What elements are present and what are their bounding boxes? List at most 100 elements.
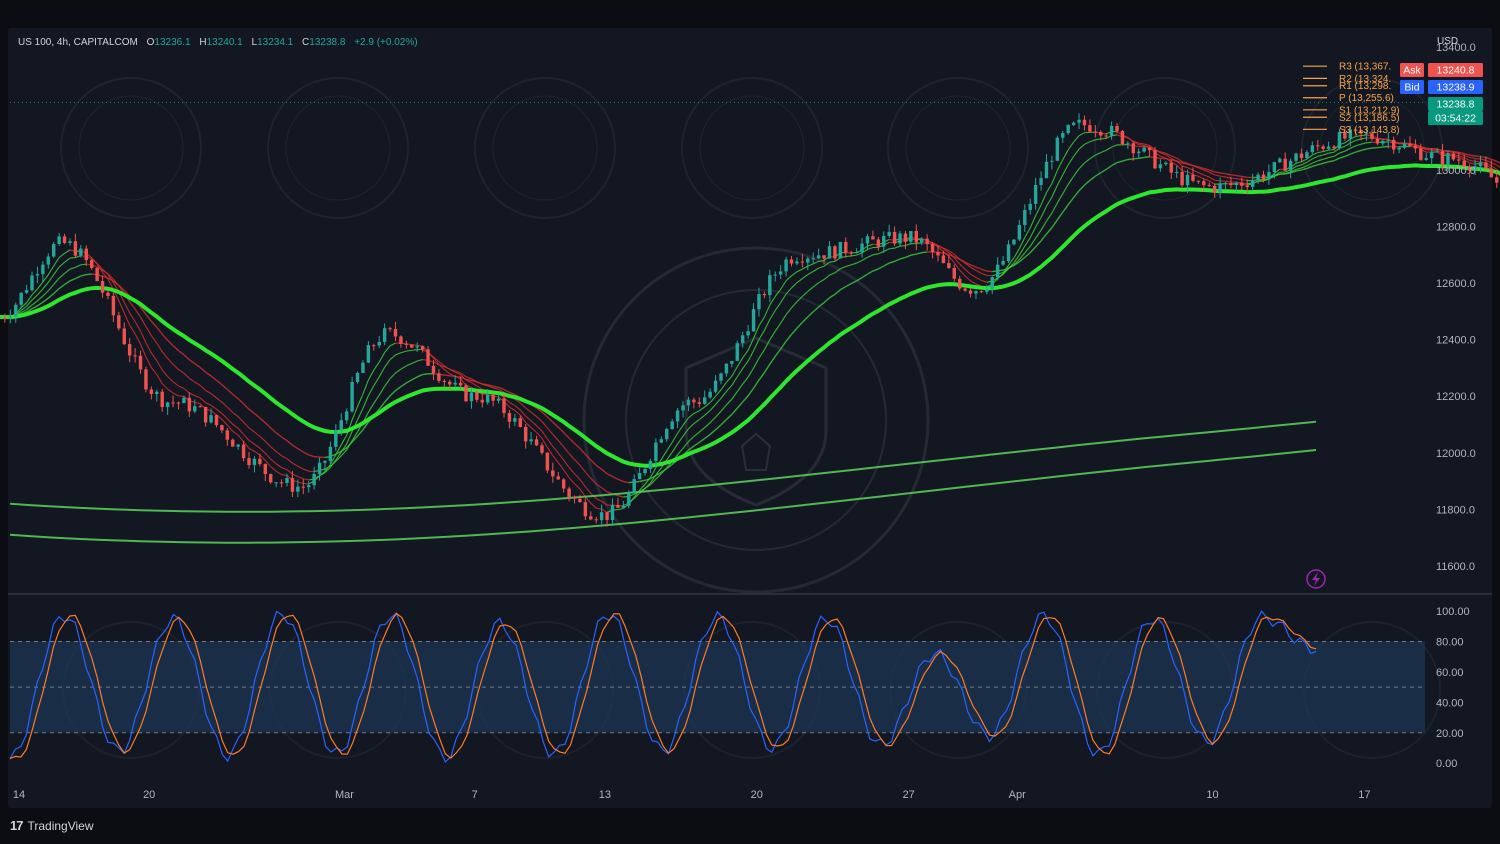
candle-body (366, 345, 371, 363)
candle-body (133, 355, 137, 357)
ema-22-segment (1138, 156, 1145, 160)
candle (1305, 150, 1309, 159)
ema-9-segment (1024, 237, 1031, 247)
candle-body (274, 482, 278, 484)
ema-6-segment (1138, 144, 1145, 147)
ema-6-segment (1344, 138, 1351, 144)
ema-22-segment (86, 273, 92, 276)
ema-6-segment (1062, 149, 1069, 161)
tradingview-logo[interactable]: 17 TradingView (10, 818, 94, 833)
candle (854, 248, 859, 254)
ema-9-segment (1361, 137, 1367, 140)
ema-14-segment (704, 422, 711, 428)
ema-14-segment (194, 381, 201, 386)
ema-22-segment (1480, 155, 1487, 159)
lightning-icon[interactable] (1306, 569, 1326, 589)
watermark-seal-icon (699, 95, 805, 201)
candle-body (269, 474, 273, 483)
candle (816, 248, 821, 260)
ema-9-segment (970, 273, 977, 279)
ema-9-segment (514, 405, 521, 411)
ema-22-segment (264, 422, 272, 429)
ema-22-segment (308, 454, 315, 458)
ema-14-segment (237, 416, 245, 423)
symbol-title[interactable]: US 100, 4h, CAPITALCOM (18, 37, 138, 48)
ema-22-segment (747, 387, 755, 397)
ema-9-segment (248, 440, 255, 445)
candle (1017, 219, 1022, 242)
ema-9-segment (509, 401, 516, 407)
ema-14-segment (725, 398, 733, 406)
symbol-legend[interactable]: US 100, 4h, CAPITALCOM O13236.1 H13240.1… (18, 37, 418, 48)
price-tick-label: 12000.0 (1436, 448, 1476, 460)
candle-body (1126, 143, 1130, 145)
ema-6-segment (194, 401, 201, 405)
ema-22-segment (248, 408, 255, 415)
ema-6-segment (509, 406, 516, 411)
ema-14-segment (411, 360, 418, 364)
ema-6-segment (802, 265, 809, 270)
ema-22-segment (601, 468, 608, 475)
watermark-emblem-icon (740, 432, 772, 471)
watermark-seal-icon (582, 246, 930, 594)
candle (990, 276, 994, 295)
candle-body (816, 255, 821, 259)
ema-22-segment (314, 455, 320, 458)
ema-14-segment (1105, 146, 1112, 151)
candle (410, 344, 414, 349)
candle-body (1381, 140, 1385, 144)
ema-22-segment (834, 289, 841, 295)
candle (1174, 165, 1179, 179)
ema-22-segment (302, 451, 310, 456)
ema-6-segment (1328, 149, 1335, 151)
candle (675, 407, 680, 428)
ema-14-segment (275, 451, 282, 457)
candle-body (594, 519, 598, 521)
ema-22-segment (42, 297, 49, 303)
ema-6-segment (123, 312, 131, 326)
candle (1028, 198, 1032, 215)
ema-9-segment (53, 266, 60, 276)
bid-label-tag-text: Bid (1404, 82, 1419, 94)
candle (420, 345, 425, 353)
price-tick-label: 12600.0 (1436, 278, 1476, 290)
ema-9-segment (742, 360, 749, 369)
ema-6-segment (867, 243, 874, 247)
ema-9-segment (226, 418, 234, 425)
currency-label[interactable]: USD (1437, 36, 1458, 47)
ema-6-segment (563, 469, 570, 479)
candle-body (437, 373, 441, 381)
ema-14-segment (552, 434, 559, 441)
ema-9-segment (232, 423, 239, 429)
ema-14-segment (1078, 162, 1085, 170)
candle-body (231, 439, 235, 447)
candle (616, 497, 620, 508)
ema-6-segment (1073, 135, 1080, 143)
ema-9-segment (373, 376, 380, 386)
ema-14-segment (812, 282, 820, 288)
candle (1137, 148, 1141, 159)
ema-9-segment (178, 385, 185, 389)
ema-22-segment (1056, 211, 1064, 221)
ema-9-segment (1084, 141, 1091, 145)
ema-14-segment (861, 256, 868, 262)
change-value: +2.9 (+0.02%) (354, 37, 418, 48)
candle-body (3, 317, 7, 319)
ema-22-segment (75, 275, 82, 280)
candle-body (1435, 151, 1439, 153)
chart-canvas[interactable]: R3 (13,367.R2 (13,324.R1 (13,298.P (13,2… (0, 0, 1500, 844)
candle (1294, 152, 1298, 164)
ema-14-segment (1100, 149, 1107, 154)
ema-22-segment (31, 305, 38, 310)
ema-22-segment (981, 268, 988, 272)
candle (274, 482, 278, 488)
candle (355, 371, 360, 384)
ema-6-segment (1208, 180, 1215, 185)
ema-9-segment (688, 423, 695, 430)
candle (415, 342, 419, 352)
ema-9-segment (693, 419, 700, 425)
candle-body (1332, 146, 1336, 149)
ema-9-segment (1067, 156, 1075, 166)
ema-6-segment (1035, 204, 1042, 216)
candle-body (740, 335, 745, 344)
